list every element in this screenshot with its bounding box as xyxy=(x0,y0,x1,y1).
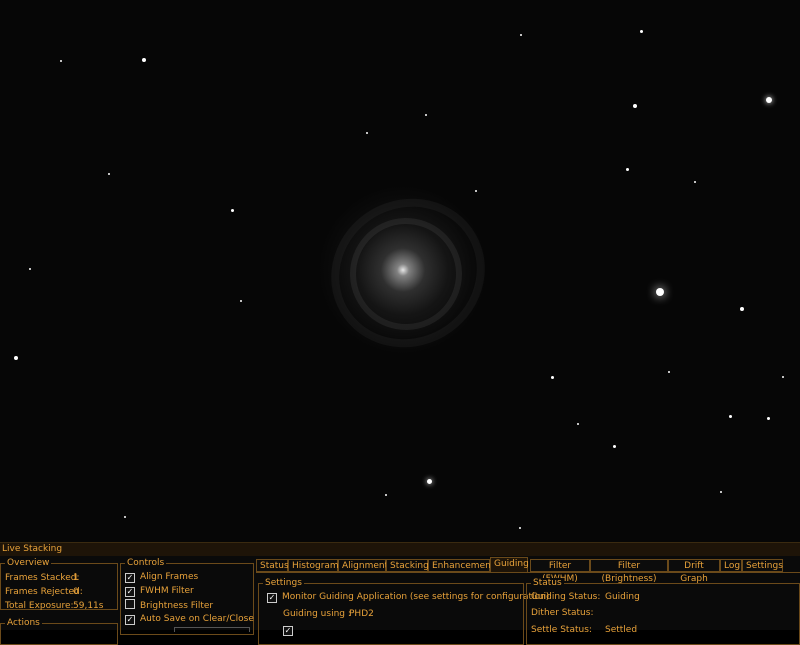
frames-rejected-value: 0 xyxy=(73,587,79,597)
guiding-status-value: Guiding xyxy=(605,592,640,602)
dither-status-row: Dither Status: xyxy=(531,607,593,619)
guiding-status-title: Status xyxy=(531,578,564,589)
star xyxy=(366,132,368,134)
actions-title: Actions xyxy=(5,618,42,629)
tab-drift-graph[interactable]: Drift Graph xyxy=(668,559,720,584)
tab-status[interactable]: Status xyxy=(256,559,289,572)
checkbox-checked-icon[interactable]: ✓ xyxy=(125,587,135,597)
tab-enhancement[interactable]: Enhancement xyxy=(428,559,494,572)
star xyxy=(640,30,643,33)
settle-status-label: Settle Status: xyxy=(531,625,592,635)
panel-title: Live Stacking xyxy=(0,543,800,556)
checkbox-checked-icon[interactable]: ✓ xyxy=(125,573,135,583)
tab-stacking[interactable]: Stacking xyxy=(386,559,429,572)
star xyxy=(577,423,579,425)
guiding-option-checkbox[interactable]: ✓ xyxy=(283,624,298,636)
guiding-status-group: Status Guiding Status: Guiding Dither St… xyxy=(526,578,800,645)
tab-filter-fwhm[interactable]: Filter (FWHM) xyxy=(530,559,590,584)
auto-save-checkbox[interactable]: ✓ Auto Save on Clear/Close xyxy=(125,613,254,625)
star xyxy=(613,445,616,448)
star xyxy=(108,173,110,175)
tab-histogram[interactable]: Histogram xyxy=(288,559,339,572)
total-exposure-label: Total Exposure: xyxy=(5,601,74,611)
guiding-settings-group: Settings ✓ Monitor Guiding Application (s… xyxy=(258,578,549,645)
star xyxy=(124,516,126,518)
live-stack-image xyxy=(0,0,800,542)
checkbox-checked-icon[interactable]: ✓ xyxy=(125,615,135,625)
star xyxy=(694,181,696,183)
star xyxy=(656,288,664,296)
star xyxy=(740,307,744,311)
guiding-tab-content: Settings ✓ Monitor Guiding Application (s… xyxy=(256,572,800,645)
star xyxy=(782,376,784,378)
star xyxy=(633,104,637,108)
frames-rejected-label: Frames Rejected: xyxy=(5,587,83,597)
total-exposure-row: Total Exposure: 59,11s xyxy=(5,600,103,612)
tab-log[interactable]: Log xyxy=(720,559,742,572)
guiding-settings-title: Settings xyxy=(263,578,304,589)
star xyxy=(720,491,722,493)
star xyxy=(519,527,521,529)
tab-alignment[interactable]: Alignment xyxy=(338,559,388,572)
guiding-using-value: PHD2 xyxy=(349,609,374,619)
galaxy-arm xyxy=(303,170,513,376)
star xyxy=(231,209,234,212)
total-exposure-value: 59,11s xyxy=(73,601,104,611)
fwhm-filter-checkbox[interactable]: ✓ FWHM Filter xyxy=(125,585,194,597)
guiding-using-label: Guiding using : xyxy=(283,609,351,619)
brightness-filter-checkbox[interactable]: Brightness Filter xyxy=(125,599,213,612)
star xyxy=(142,58,146,62)
actions-group: Actions xyxy=(0,618,118,645)
checkbox-checked-icon[interactable]: ✓ xyxy=(267,593,277,603)
star xyxy=(427,479,432,484)
frames-rejected-row: Frames Rejected: 0 xyxy=(5,586,83,598)
live-stacking-panel: Live Stacking Overview Frames Stacked: 1… xyxy=(0,542,800,645)
star xyxy=(29,268,31,270)
controls-dropdown[interactable] xyxy=(174,627,250,632)
star xyxy=(626,168,629,171)
overview-title: Overview xyxy=(5,558,52,569)
star xyxy=(729,415,732,418)
star xyxy=(14,356,18,360)
tab-guiding[interactable]: Guiding xyxy=(490,557,529,572)
settle-status-value: Settled xyxy=(605,625,638,635)
star xyxy=(668,371,670,373)
tab-filter-brightness[interactable]: Filter (Brightness) xyxy=(590,559,668,584)
controls-group: Controls ✓ Align Frames ✓ FWHM Filter Brig… xyxy=(120,558,254,635)
tab-settings[interactable]: Settings xyxy=(742,559,783,572)
align-frames-checkbox[interactable]: ✓ Align Frames xyxy=(125,571,198,583)
star xyxy=(551,376,554,379)
guiding-status-row: Guiding Status: Guiding xyxy=(531,591,640,603)
checkbox-checked-icon[interactable]: ✓ xyxy=(283,626,293,636)
star xyxy=(766,97,772,103)
star xyxy=(520,34,522,36)
frames-stacked-value: 1 xyxy=(73,573,79,583)
star xyxy=(767,417,770,420)
overview-group: Overview Frames Stacked: 1 Frames Reject… xyxy=(0,558,118,612)
frames-stacked-label: Frames Stacked: xyxy=(5,573,80,583)
frames-stacked-row: Frames Stacked: 1 xyxy=(5,572,79,584)
checkbox-unchecked-icon[interactable] xyxy=(125,599,135,609)
star xyxy=(240,300,242,302)
controls-title: Controls xyxy=(125,558,167,569)
dither-status-label: Dither Status: xyxy=(531,608,594,618)
star xyxy=(425,114,427,116)
star xyxy=(60,60,62,62)
guiding-status-label: Guiding Status: xyxy=(531,592,601,602)
star xyxy=(385,494,387,496)
guiding-using-row: Guiding using : PHD2 xyxy=(283,608,374,620)
star xyxy=(475,190,477,192)
monitor-guiding-checkbox[interactable]: ✓ Monitor Guiding Application (see settin… xyxy=(267,591,549,603)
settle-status-row: Settle Status: Settled xyxy=(531,624,637,636)
